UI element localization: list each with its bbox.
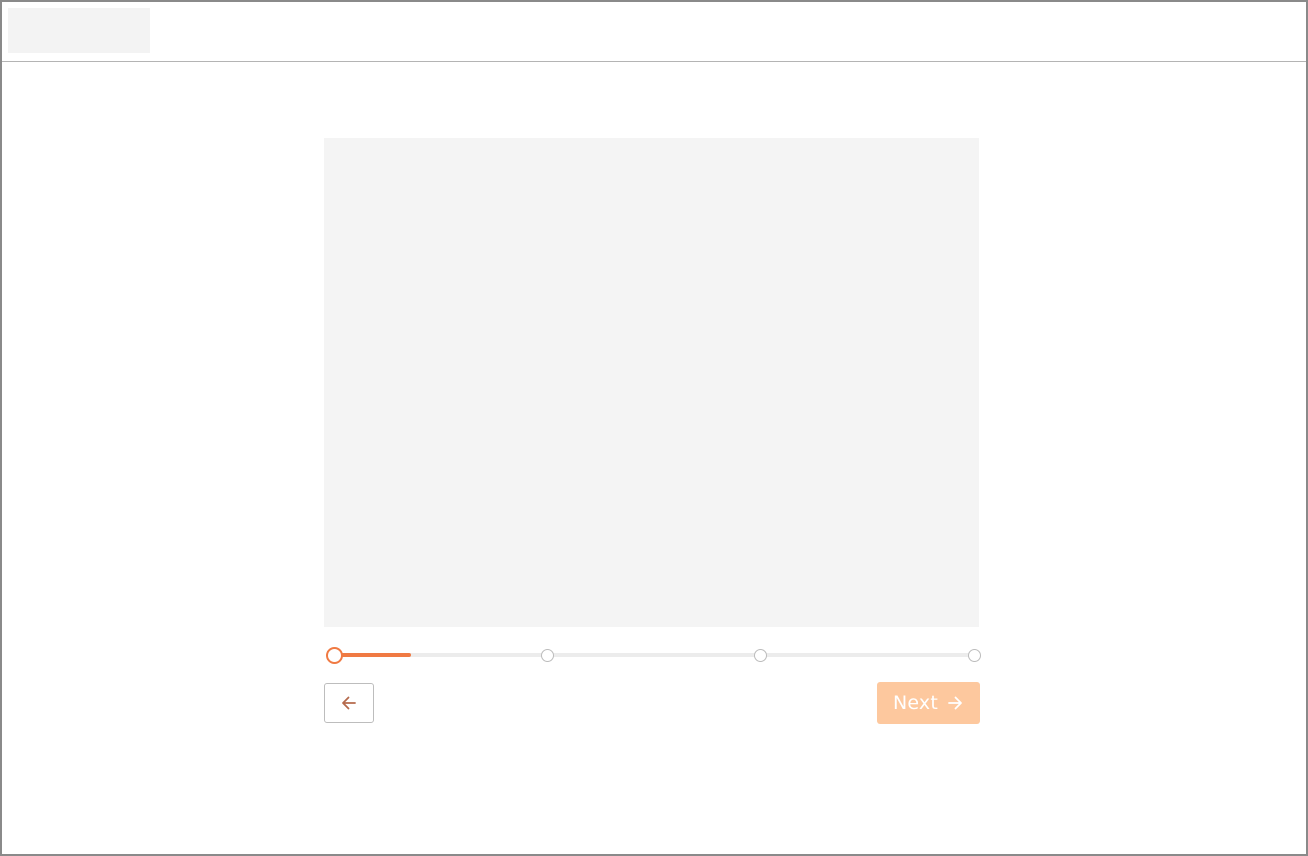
arrow-right-icon — [946, 694, 964, 712]
arrow-left-icon — [340, 694, 358, 712]
back-button[interactable] — [324, 683, 374, 723]
next-button[interactable]: Next — [877, 682, 980, 724]
progress-track — [334, 653, 973, 657]
step-dot-1[interactable] — [325, 647, 343, 664]
top-bar — [2, 2, 1306, 62]
next-button-label: Next — [892, 692, 939, 714]
step-dot-4[interactable] — [967, 649, 981, 662]
logo-placeholder — [8, 8, 150, 53]
step-dot-3[interactable] — [754, 649, 768, 662]
progress-stepper — [324, 645, 981, 665]
content-image-placeholder — [324, 138, 979, 627]
progress-fill — [334, 653, 411, 657]
step-dot-2[interactable] — [540, 649, 554, 662]
